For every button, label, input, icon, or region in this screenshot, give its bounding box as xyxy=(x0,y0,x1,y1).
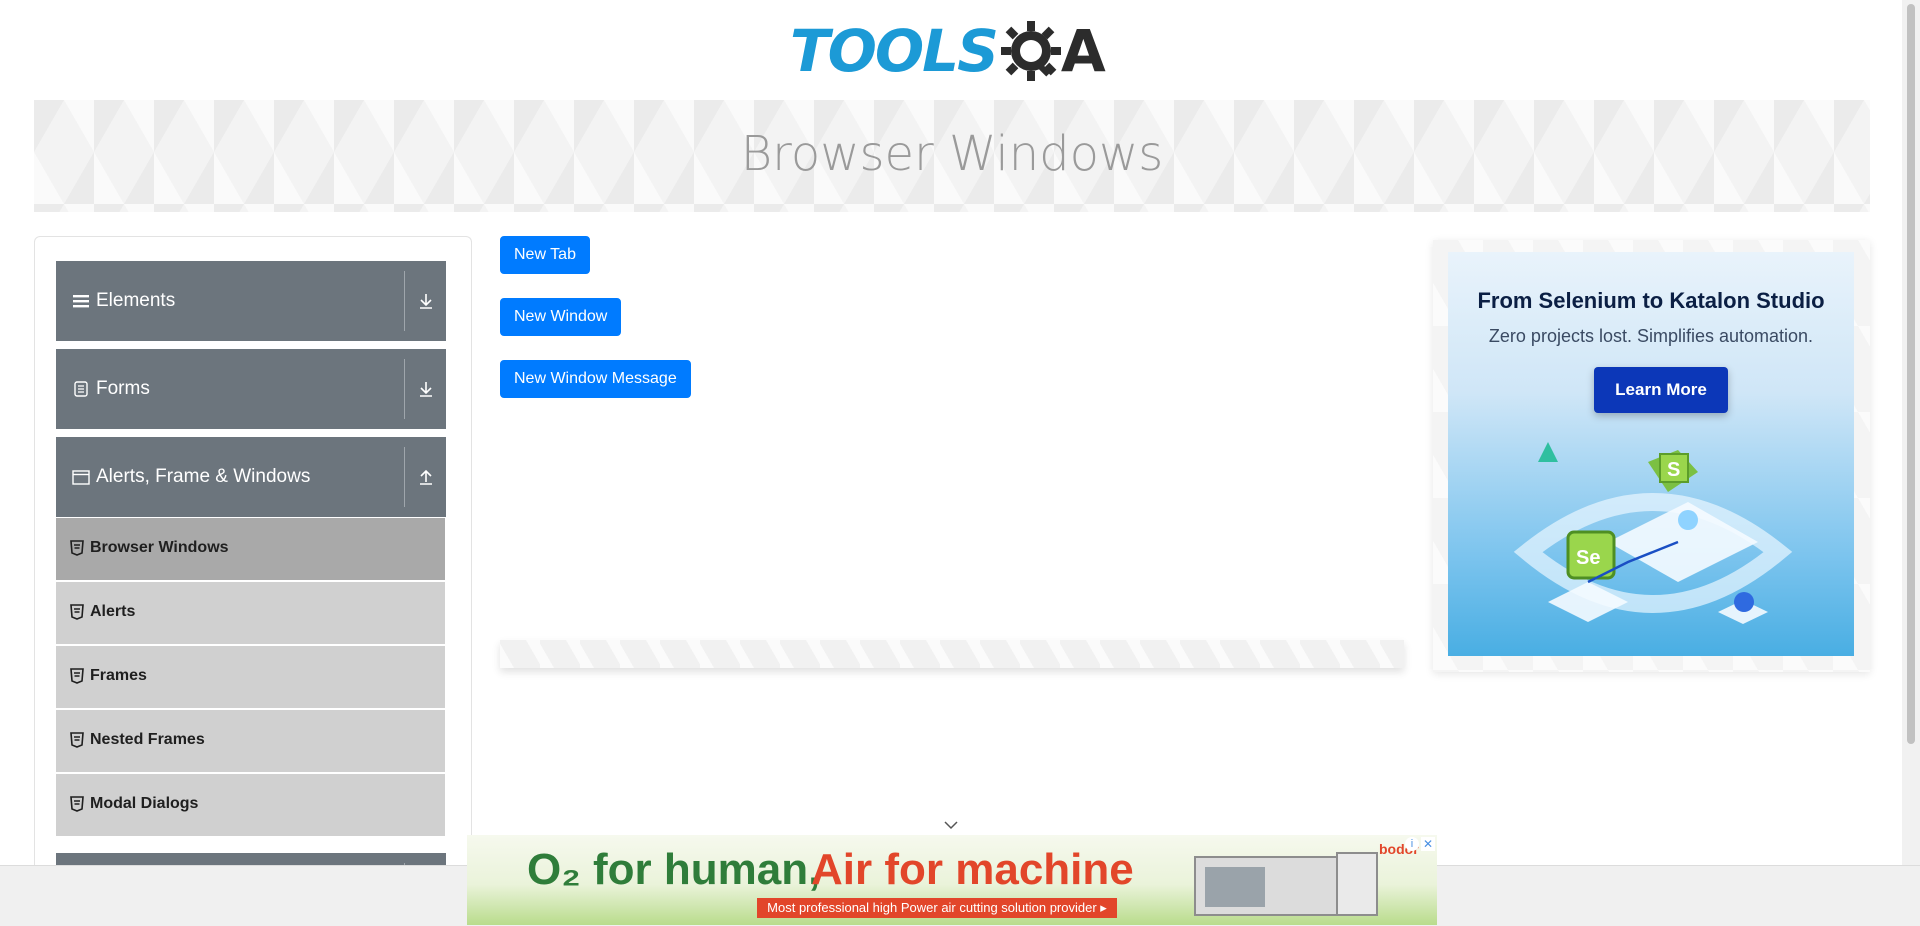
sidebar-item-label: Alerts xyxy=(90,603,136,620)
close-icon[interactable]: ✕ xyxy=(1421,837,1435,851)
new-window-message-button[interactable]: New Window Message xyxy=(500,360,691,398)
sidebar-group-label: Elements xyxy=(96,290,176,311)
content-ad-placeholder xyxy=(500,640,1404,668)
sidebar-item-alerts[interactable]: Alerts xyxy=(56,582,445,645)
chevron-down-icon[interactable] xyxy=(944,820,958,830)
sidebar-group-label: Forms xyxy=(96,378,150,399)
toolsqa-logo[interactable]: TOOLS A xyxy=(790,12,1120,90)
ad-headline-part-one: O₂ for human, xyxy=(527,845,821,894)
divider xyxy=(404,271,405,331)
logo-text: TOOLS xyxy=(790,17,999,85)
divider xyxy=(404,447,405,507)
automation-illustration: S Se xyxy=(1513,442,1793,624)
ad-headline-part-two: Air for machine xyxy=(811,845,1134,894)
document-icon xyxy=(74,381,88,397)
new-window-button[interactable]: New Window xyxy=(500,298,622,336)
sidebar-item-browser-windows[interactable]: Browser Windows xyxy=(56,518,445,581)
sidebar-group-label: Alerts, Frame & Windows xyxy=(96,466,311,487)
download-arrow-icon[interactable] xyxy=(416,379,436,399)
sidebar-item-label: Nested Frames xyxy=(90,731,205,748)
html5-icon xyxy=(70,540,84,556)
html5-icon xyxy=(70,668,84,684)
download-arrow-icon[interactable] xyxy=(416,291,436,311)
logo-text-suffix: A xyxy=(1060,17,1106,85)
html5-icon xyxy=(70,732,84,748)
ad-info-icon[interactable]: i xyxy=(1405,837,1419,851)
ad-tagline: Most professional high Power air cutting… xyxy=(757,898,1117,918)
bottom-banner-ad[interactable]: O₂ for human, Air for machine Most profe… xyxy=(467,835,1437,925)
html5-icon xyxy=(70,604,84,620)
sidebar-group-forms[interactable]: Forms xyxy=(56,349,446,429)
sidebar-item-label: Modal Dialogs xyxy=(90,795,199,812)
new-tab-button[interactable]: New Tab xyxy=(500,236,590,274)
sidebar-item-label: Frames xyxy=(90,667,147,684)
window-icon xyxy=(72,470,90,485)
list-icon xyxy=(73,295,89,308)
svg-text:Se: Se xyxy=(1576,547,1600,569)
machine-illustration xyxy=(1194,852,1378,916)
ad-title: From Selenium to Katalon Studio xyxy=(1477,288,1825,313)
page-scrollbar[interactable] xyxy=(1902,0,1920,865)
sidebar-group-elements[interactable]: Elements xyxy=(56,261,446,341)
learn-more-button[interactable]: Learn More xyxy=(1594,367,1728,413)
page-title: Browser Windows xyxy=(740,126,1164,182)
scrollbar-thumb[interactable] xyxy=(1907,4,1915,744)
divider xyxy=(404,359,405,419)
sidebar-item-nested-frames[interactable]: Nested Frames xyxy=(56,710,445,773)
svg-text:S: S xyxy=(1667,459,1680,481)
page-banner: Browser Windows xyxy=(34,100,1870,212)
gear-magnifier-icon xyxy=(1000,21,1061,81)
html5-icon xyxy=(70,796,84,812)
sidebar-item-label: Browser Windows xyxy=(90,539,229,556)
sidebar-item-frames[interactable]: Frames xyxy=(56,646,445,709)
sidebar-item-modal-dialogs[interactable]: Modal Dialogs xyxy=(56,774,445,837)
katalon-ad[interactable]: From Selenium to Katalon Studio Zero pro… xyxy=(1448,252,1854,656)
sidebar-group-alerts-frame-windows[interactable]: Alerts, Frame & Windows xyxy=(56,437,446,517)
upload-arrow-icon[interactable] xyxy=(416,467,436,487)
sidebar: Elements Forms Alerts, Frame & Windows B… xyxy=(34,236,472,926)
site-header: TOOLS A xyxy=(0,0,1902,100)
ad-subtitle: Zero projects lost. Simplifies automatio… xyxy=(1488,326,1814,346)
